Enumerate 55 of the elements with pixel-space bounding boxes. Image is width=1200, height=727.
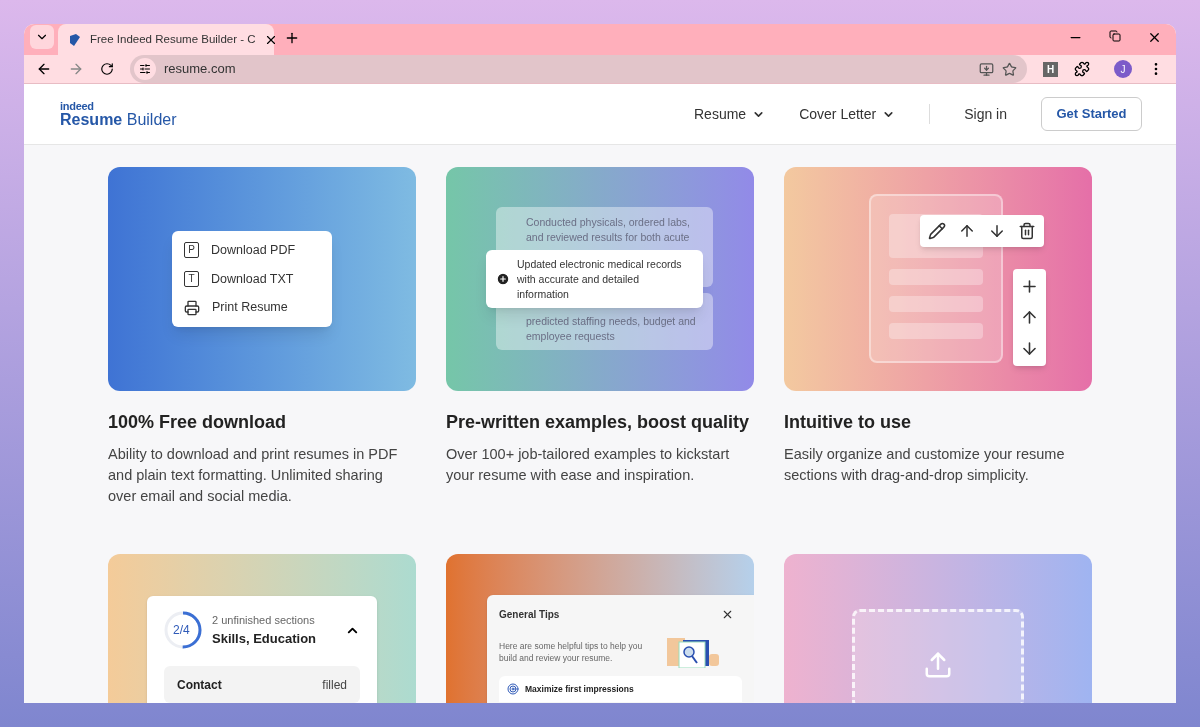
file-type-icon: T: [184, 271, 199, 287]
pencil-icon[interactable]: [928, 222, 946, 240]
tips-title: General Tips: [499, 608, 560, 622]
section-label: Contact: [177, 676, 222, 694]
get-started-button[interactable]: Get Started: [1041, 97, 1142, 131]
arrow-up-icon[interactable]: [1020, 308, 1039, 327]
reload-icon[interactable]: [100, 62, 114, 76]
restore-icon[interactable]: [1109, 30, 1121, 45]
document-magnifier-icon: [665, 636, 721, 668]
feature-description: Ability to download and print resumes in PDF and plain text formatting. Unlimited sharing over email and social media.: [108, 445, 399, 506]
menu-item[interactable]: Download TXT: [211, 269, 294, 289]
tips-text: Here are some helpful tips to help you build and review your resume.: [499, 640, 644, 664]
install-icon[interactable]: [979, 61, 995, 77]
address-bar[interactable]: resume.com: [130, 55, 1028, 83]
tip-item[interactable]: Maximize first impressions: [499, 676, 742, 702]
feature-title: 100% Free download: [108, 411, 288, 434]
feature-title: Pre-written examples, boost quality: [446, 411, 751, 434]
example-text: Updated electronic medical records with accurate and detailed information: [517, 256, 683, 302]
add-icon: [496, 272, 510, 286]
target-icon: [507, 683, 519, 695]
nav-dropdown[interactable]: Cover Letter: [799, 103, 896, 125]
book-icon: [68, 32, 82, 47]
example-text: predicted staffing needs, budget and employee requests: [526, 314, 697, 344]
browser-tab[interactable]: Free Indeed Resume Builder - C: [58, 24, 274, 55]
section-names: Skills, Education: [212, 629, 318, 648]
arrow-down-icon[interactable]: [988, 222, 1006, 240]
menu-item[interactable]: Download PDF: [211, 240, 296, 260]
tab-list-button[interactable]: [30, 25, 54, 49]
menu-item[interactable]: Print Resume: [212, 298, 288, 318]
close-icon[interactable]: [721, 608, 734, 621]
arrow-down-icon[interactable]: [1020, 339, 1039, 358]
star-icon[interactable]: [1002, 61, 1018, 77]
profile-avatar[interactable]: J: [1114, 60, 1132, 78]
section-status: 2 unfinished sections: [212, 613, 316, 628]
section-state: filled: [322, 676, 347, 694]
feature-description: Over 100+ job-tailored examples to kickstart your resume with ease and inspiration.: [446, 445, 731, 485]
example-text: Conducted physicals, ordered labs, and reviewed results for both acute: [526, 215, 691, 245]
logo[interactable]: indeed Resume Builder: [60, 100, 177, 128]
nav-dropdown[interactable]: Resume: [694, 103, 766, 125]
extension-button[interactable]: H: [1043, 61, 1059, 77]
progress-count: 2/4: [173, 623, 190, 637]
site-settings-icon[interactable]: [134, 58, 156, 80]
feature-title: Intuitive to use: [784, 411, 912, 434]
feature-description: Easily organize and customize your resume sections with drag-and-drop simplicity.: [784, 445, 1066, 485]
sign-in-link[interactable]: Sign in: [964, 103, 1007, 125]
new-tab-icon[interactable]: [284, 30, 300, 46]
forward-icon[interactable]: [68, 61, 84, 77]
trash-icon[interactable]: [1018, 222, 1036, 240]
upload-icon: [923, 650, 953, 680]
puzzle-icon[interactable]: [1074, 61, 1091, 77]
printer-icon: [184, 299, 200, 316]
close-icon[interactable]: [1147, 30, 1162, 45]
file-type-icon: P: [184, 242, 199, 259]
back-icon[interactable]: [36, 61, 52, 77]
plus-icon[interactable]: [1020, 277, 1039, 296]
